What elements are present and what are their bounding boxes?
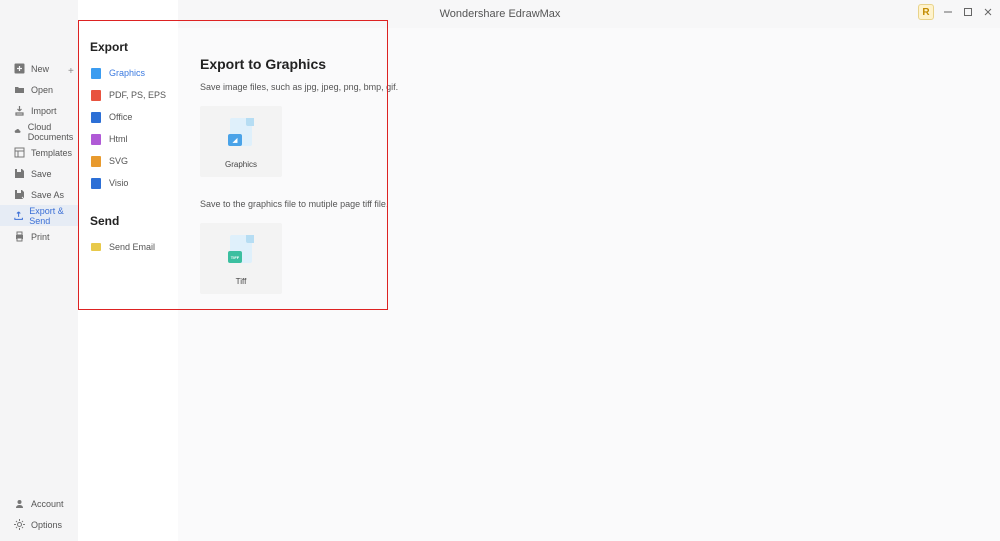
sidebar-item-saveas[interactable]: Save As xyxy=(0,184,78,205)
sidebar-item-options[interactable]: Options xyxy=(0,514,78,535)
sidebar-item-label: Options xyxy=(31,520,62,530)
sidebar-item-new[interactable]: New xyxy=(0,58,78,79)
sidebar-item-label: New xyxy=(31,64,49,74)
export-item-label: Send Email xyxy=(109,242,155,252)
export-item-office[interactable]: Office xyxy=(78,106,178,128)
visio-file-icon xyxy=(90,177,102,189)
file-sidebar: New Open Import Cloud Documents Template… xyxy=(0,0,78,541)
graphics-doc-icon: ◢ xyxy=(228,118,254,148)
plus-square-icon xyxy=(14,63,25,74)
sidebar-item-label: Import xyxy=(31,106,57,116)
templates-icon xyxy=(14,147,25,158)
export-item-visio[interactable]: Visio xyxy=(78,172,178,194)
sidebar-item-print[interactable]: Print xyxy=(0,226,78,247)
maximize-button[interactable] xyxy=(962,6,974,18)
folder-icon xyxy=(14,84,25,95)
sidebar-item-label: Cloud Documents xyxy=(28,122,78,142)
html-file-icon xyxy=(90,133,102,145)
sidebar-item-cloud[interactable]: Cloud Documents xyxy=(0,121,78,142)
export-item-label: SVG xyxy=(109,156,128,166)
sidebar-item-label: Save xyxy=(31,169,52,179)
export-item-svg[interactable]: SVG xyxy=(78,150,178,172)
office-file-icon xyxy=(90,111,102,123)
save-as-icon xyxy=(14,189,25,200)
close-button[interactable] xyxy=(982,6,994,18)
tile-tiff[interactable]: TIFF Tiff xyxy=(200,223,282,294)
export-item-label: Office xyxy=(109,112,132,122)
export-item-html[interactable]: Html xyxy=(78,128,178,150)
email-icon xyxy=(90,241,102,253)
main-description-1: Save image files, such as jpg, jpeg, png… xyxy=(200,82,978,92)
import-icon xyxy=(14,105,25,116)
user-icon xyxy=(14,498,25,509)
user-badge[interactable]: R xyxy=(918,4,934,20)
sidebar-item-label: Open xyxy=(31,85,53,95)
tile-label: Graphics xyxy=(225,160,257,169)
sidebar-item-open[interactable]: Open xyxy=(0,79,78,100)
minimize-button[interactable] xyxy=(942,6,954,18)
tile-label: Tiff xyxy=(236,277,247,286)
export-item-label: Graphics xyxy=(109,68,145,78)
tiff-doc-icon: TIFF xyxy=(228,235,254,265)
send-section-title: Send xyxy=(78,208,178,236)
sidebar-item-label: Templates xyxy=(31,148,72,158)
export-section-title: Export xyxy=(78,34,178,62)
cloud-icon xyxy=(14,126,22,137)
main-content: Export to Graphics Save image files, suc… xyxy=(178,28,1000,541)
sidebar-item-save[interactable]: Save xyxy=(0,163,78,184)
pdf-file-icon xyxy=(90,89,102,101)
svg-file-icon xyxy=(90,155,102,167)
print-icon xyxy=(14,231,25,242)
graphics-file-icon xyxy=(90,67,102,79)
tile-graphics[interactable]: ◢ Graphics xyxy=(200,106,282,177)
save-icon xyxy=(14,168,25,179)
sidebar-item-label: Export & Send xyxy=(29,206,78,226)
export-item-graphics[interactable]: Graphics xyxy=(78,62,178,84)
export-icon xyxy=(14,210,23,221)
sidebar-item-label: Print xyxy=(31,232,50,242)
export-item-sendemail[interactable]: Send Email xyxy=(78,236,178,258)
sidebar-item-account[interactable]: Account xyxy=(0,493,78,514)
export-item-label: Visio xyxy=(109,178,128,188)
sidebar-item-label: Save As xyxy=(31,190,64,200)
sidebar-item-label: Account xyxy=(31,499,64,509)
main-heading: Export to Graphics xyxy=(200,56,978,72)
sidebar-item-templates[interactable]: Templates xyxy=(0,142,78,163)
export-item-pdf[interactable]: PDF, PS, EPS xyxy=(78,84,178,106)
main-description-2: Save to the graphics file to mutiple pag… xyxy=(200,199,978,209)
gear-icon xyxy=(14,519,25,530)
export-submenu: Export Graphics PDF, PS, EPS Office Html… xyxy=(78,0,178,541)
sidebar-item-import[interactable]: Import xyxy=(0,100,78,121)
sidebar-item-export[interactable]: Export & Send xyxy=(0,205,78,226)
export-item-label: Html xyxy=(109,134,128,144)
export-item-label: PDF, PS, EPS xyxy=(109,90,166,100)
